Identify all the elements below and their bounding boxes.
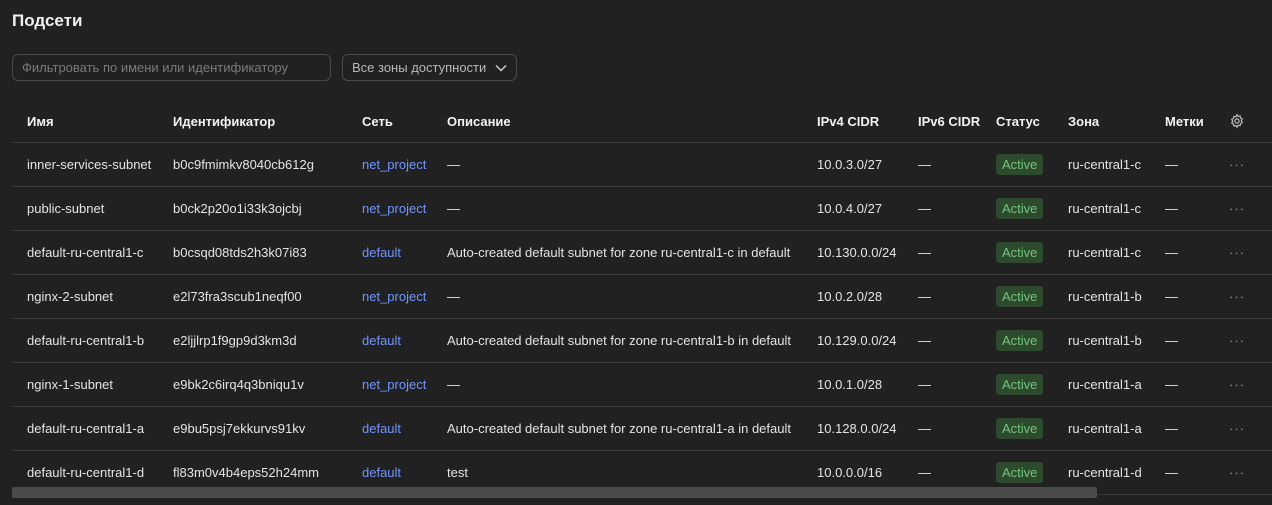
- row-actions-menu-icon[interactable]: ···: [1229, 275, 1245, 318]
- ipv4-cidr: 10.0.2.0/28: [817, 289, 883, 304]
- subnet-description: Auto-created default subnet for zone ru-…: [447, 245, 791, 260]
- ipv6-cidr: —: [918, 201, 931, 216]
- ipv4-cidr: 10.0.3.0/27: [817, 157, 883, 172]
- column-header-status[interactable]: Статус: [996, 100, 1040, 142]
- page-title: Подсети: [12, 11, 83, 30]
- zone: ru-central1-c: [1068, 245, 1141, 260]
- zone: ru-central1-c: [1068, 157, 1141, 172]
- subnet-description: —: [447, 201, 460, 216]
- row-actions-menu-icon[interactable]: ···: [1229, 363, 1245, 406]
- table-row[interactable]: default-ru-central1-c b0csqd08tds2h3k07i8…: [12, 231, 1272, 275]
- labels: —: [1165, 245, 1178, 260]
- gear-icon[interactable]: [1229, 100, 1245, 142]
- labels: —: [1165, 201, 1178, 216]
- status-badge: Active: [996, 286, 1044, 307]
- subnet-id: b0ck2p20o1i33k3ojcbj: [173, 201, 302, 216]
- status-badge: Active: [996, 154, 1044, 175]
- network-link[interactable]: default: [362, 231, 401, 274]
- ipv4-cidr: 10.129.0.0/24: [817, 333, 897, 348]
- subnet-name[interactable]: inner-services-subnet: [27, 143, 151, 186]
- ipv6-cidr: —: [918, 421, 931, 436]
- subnet-id: b0csqd08tds2h3k07i83: [173, 245, 307, 260]
- subnet-id: e2ljjlrp1f9gp9d3km3d: [173, 333, 297, 348]
- labels: —: [1165, 377, 1178, 392]
- ipv6-cidr: —: [918, 333, 931, 348]
- labels: —: [1165, 333, 1178, 348]
- network-link[interactable]: net_project: [362, 363, 426, 406]
- network-link[interactable]: net_project: [362, 187, 426, 230]
- column-header-description[interactable]: Описание: [447, 100, 511, 142]
- ipv6-cidr: —: [918, 377, 931, 392]
- row-actions-menu-icon[interactable]: ···: [1229, 319, 1245, 362]
- network-link[interactable]: default: [362, 407, 401, 450]
- network-link[interactable]: default: [362, 319, 401, 362]
- subnet-name[interactable]: nginx-1-subnet: [27, 363, 113, 406]
- subnet-id: e2l73fra3scub1neqf00: [173, 289, 302, 304]
- ipv4-cidr: 10.128.0.0/24: [817, 421, 897, 436]
- zone-select[interactable]: Все зоны доступности: [342, 54, 517, 81]
- subnet-name[interactable]: default-ru-central1-c: [27, 231, 143, 274]
- network-link[interactable]: net_project: [362, 275, 426, 318]
- subnet-name[interactable]: default-ru-central1-a: [27, 407, 144, 450]
- ipv6-cidr: —: [918, 157, 931, 172]
- table-row[interactable]: default-ru-central1-a e9bu5psj7ekkurvs91k…: [12, 407, 1272, 451]
- subnet-description: Auto-created default subnet for zone ru-…: [447, 333, 791, 348]
- zone: ru-central1-c: [1068, 201, 1141, 216]
- status-badge: Active: [996, 374, 1044, 395]
- column-header-zone[interactable]: Зона: [1068, 100, 1099, 142]
- column-header-id[interactable]: Идентификатор: [173, 100, 275, 142]
- column-header-name[interactable]: Имя: [27, 100, 54, 142]
- column-header-ipv6[interactable]: IPv6 CIDR: [918, 100, 980, 142]
- subnet-description: —: [447, 289, 460, 304]
- subnet-id: e9bk2c6irq4q3bniqu1v: [173, 377, 304, 392]
- labels: —: [1165, 289, 1178, 304]
- labels: —: [1165, 421, 1178, 436]
- zone: ru-central1-a: [1068, 421, 1142, 436]
- table-row[interactable]: nginx-1-subnet e9bk2c6irq4q3bniqu1v net_pr…: [12, 363, 1272, 407]
- subnet-id: e9bu5psj7ekkurvs91kv: [173, 421, 306, 436]
- ipv6-cidr: —: [918, 289, 931, 304]
- row-actions-menu-icon[interactable]: ···: [1229, 451, 1245, 494]
- status-badge: Active: [996, 198, 1044, 219]
- subnet-name[interactable]: nginx-2-subnet: [27, 275, 113, 318]
- subnets-table: Имя Идентификатор Сеть Описание IPv4 CID…: [12, 100, 1272, 495]
- network-link[interactable]: net_project: [362, 143, 426, 186]
- row-actions-menu-icon[interactable]: ···: [1229, 143, 1245, 186]
- status-badge: Active: [996, 242, 1044, 263]
- subnet-name[interactable]: default-ru-central1-b: [27, 319, 144, 362]
- ipv4-cidr: 10.0.4.0/27: [817, 201, 883, 216]
- filter-input[interactable]: [12, 54, 331, 81]
- labels: —: [1165, 157, 1178, 172]
- subnet-name[interactable]: public-subnet: [27, 187, 104, 230]
- column-header-labels[interactable]: Метки: [1165, 100, 1204, 142]
- ipv4-cidr: 10.130.0.0/24: [817, 245, 897, 260]
- row-actions-menu-icon[interactable]: ···: [1229, 407, 1245, 450]
- table-row[interactable]: inner-services-subnet b0c9fmimkv8040cb612…: [12, 143, 1272, 187]
- subnet-description: —: [447, 157, 460, 172]
- status-badge: Active: [996, 418, 1044, 439]
- status-badge: Active: [996, 462, 1044, 483]
- table-row[interactable]: default-ru-central1-b e2ljjlrp1f9gp9d3km3…: [12, 319, 1272, 363]
- table-header: Имя Идентификатор Сеть Описание IPv4 CID…: [12, 100, 1272, 143]
- labels: —: [1165, 465, 1178, 480]
- subnet-id: b0c9fmimkv8040cb612g: [173, 157, 314, 172]
- zone-select-value: Все зоны доступности: [352, 60, 487, 75]
- zone: ru-central1-b: [1068, 289, 1142, 304]
- table-row[interactable]: nginx-2-subnet e2l73fra3scub1neqf00 net_pr…: [12, 275, 1272, 319]
- ipv4-cidr: 10.0.1.0/28: [817, 377, 883, 392]
- column-header-ipv4[interactable]: IPv4 CIDR: [817, 100, 879, 142]
- subnets-page: Подсети Все зоны доступности Имя Идентиф…: [0, 0, 1272, 505]
- table-row[interactable]: public-subnet b0ck2p20o1i33k3ojcbj net_pro…: [12, 187, 1272, 231]
- row-actions-menu-icon[interactable]: ···: [1229, 187, 1245, 230]
- column-header-network[interactable]: Сеть: [362, 100, 393, 142]
- subnet-description: —: [447, 377, 460, 392]
- zone: ru-central1-a: [1068, 377, 1142, 392]
- chevron-down-icon: [495, 64, 507, 72]
- ipv6-cidr: —: [918, 245, 931, 260]
- subnet-description: Auto-created default subnet for zone ru-…: [447, 421, 791, 436]
- zone: ru-central1-b: [1068, 333, 1142, 348]
- horizontal-scrollbar[interactable]: [12, 487, 1097, 498]
- row-actions-menu-icon[interactable]: ···: [1229, 231, 1245, 274]
- status-badge: Active: [996, 330, 1044, 351]
